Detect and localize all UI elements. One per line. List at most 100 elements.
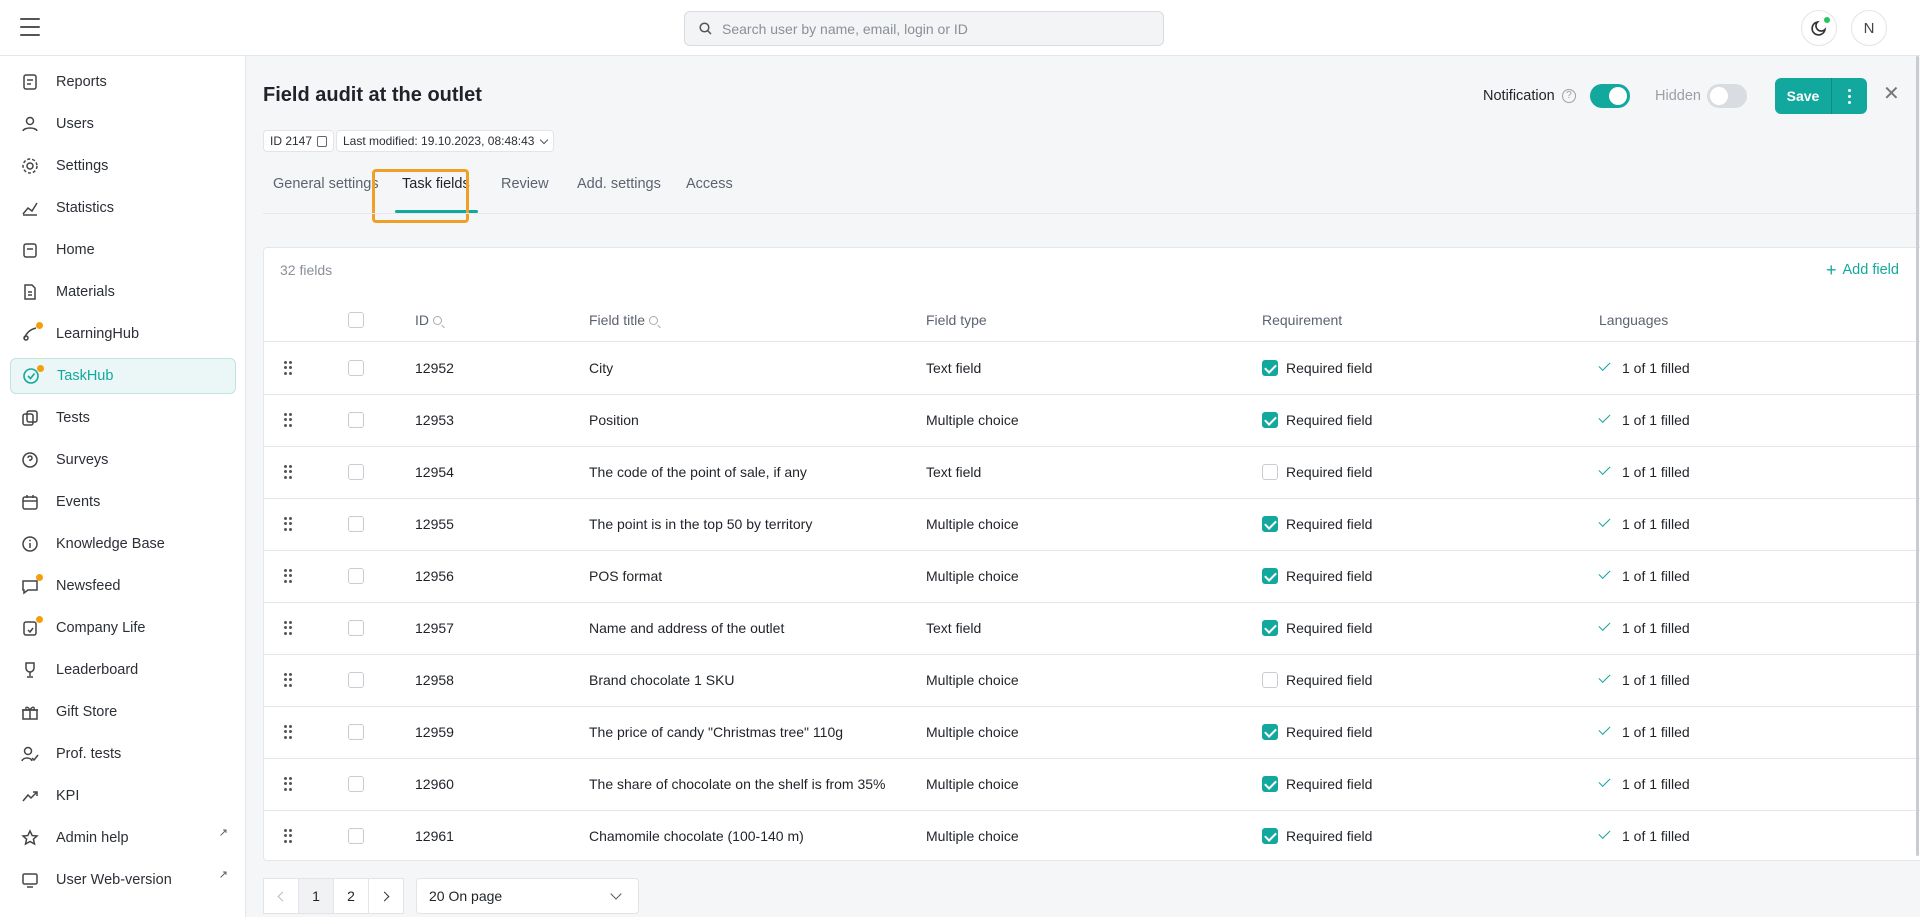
field-title[interactable]: Chamomile chocolate (100-140 m) xyxy=(589,828,804,844)
prev-page-button[interactable] xyxy=(263,878,299,914)
row-checkbox[interactable] xyxy=(348,464,364,480)
per-page-select[interactable]: 20 On page xyxy=(416,878,639,914)
table-row[interactable]: 12959 The price of candy "Christmas tree"… xyxy=(264,707,1920,759)
notification-toggle[interactable] xyxy=(1590,84,1630,108)
table-row[interactable]: 12961 Chamomile chocolate (100-140 m) Mult… xyxy=(264,811,1920,860)
table-row[interactable]: 12952 City Text field Required field 1 of 1 … xyxy=(264,343,1920,395)
column-header-id[interactable]: ID xyxy=(415,312,442,328)
close-icon[interactable]: ✕ xyxy=(1883,84,1900,104)
table-row[interactable]: 12956 POS format Multiple choice Required f… xyxy=(264,551,1920,603)
search-box[interactable] xyxy=(684,11,1164,46)
row-checkbox[interactable] xyxy=(348,620,364,636)
required-checkbox[interactable] xyxy=(1262,360,1278,376)
table-row[interactable]: 12960 The share of chocolate on the shelf… xyxy=(264,759,1920,811)
row-checkbox[interactable] xyxy=(348,776,364,792)
sidebar-item-leaderboard[interactable]: Leaderboard xyxy=(10,652,236,688)
drag-handle-icon[interactable] xyxy=(284,829,292,843)
table-row[interactable]: 12955 The point is in the top 50 by terri… xyxy=(264,499,1920,551)
last-modified-dropdown[interactable]: Last modified: 19.10.2023, 08:48:43 xyxy=(336,130,555,152)
row-checkbox[interactable] xyxy=(348,724,364,740)
theme-toggle-button[interactable] xyxy=(1801,10,1837,46)
drag-handle-icon[interactable] xyxy=(284,621,292,635)
required-checkbox[interactable] xyxy=(1262,620,1278,636)
required-checkbox[interactable] xyxy=(1262,568,1278,584)
drag-handle-icon[interactable] xyxy=(284,465,292,479)
select-all-checkbox[interactable] xyxy=(348,312,364,328)
add-field-button[interactable]: + Add field xyxy=(1826,260,1899,281)
row-checkbox[interactable] xyxy=(348,672,364,688)
sidebar-item-users[interactable]: Users xyxy=(10,106,236,142)
tab-add-settings[interactable]: Add. settings xyxy=(577,176,661,192)
sidebar-item-statistics[interactable]: Statistics xyxy=(10,190,236,226)
sidebar-item-company-life[interactable]: Company Life xyxy=(10,610,236,646)
table-row[interactable]: 12958 Brand chocolate 1 SKU Multiple choic… xyxy=(264,655,1920,707)
field-title[interactable]: The code of the point of sale, if any xyxy=(589,464,807,480)
help-icon[interactable]: ? xyxy=(1562,89,1576,103)
sidebar-item-materials[interactable]: Materials xyxy=(10,274,236,310)
sidebar-item-home[interactable]: Home xyxy=(10,232,236,268)
sidebar-item-knowledge-base[interactable]: Knowledge Base xyxy=(10,526,236,562)
field-title[interactable]: Position xyxy=(589,412,639,428)
drag-handle-icon[interactable] xyxy=(284,673,292,687)
required-checkbox[interactable] xyxy=(1262,724,1278,740)
table-row[interactable]: 12954 The code of the point of sale, if a… xyxy=(264,447,1920,499)
hidden-toggle[interactable] xyxy=(1707,84,1747,108)
required-checkbox[interactable] xyxy=(1262,412,1278,428)
sidebar-item-surveys[interactable]: Surveys xyxy=(10,442,236,478)
sidebar-item-learninghub[interactable]: LearningHub xyxy=(10,316,236,352)
drag-handle-icon[interactable] xyxy=(284,361,292,375)
field-title[interactable]: City xyxy=(589,360,613,376)
field-title[interactable]: The price of candy "Christmas tree" 110g xyxy=(589,724,843,740)
table-row[interactable]: 12957 Name and address of the outlet Text … xyxy=(264,603,1920,655)
tab-access[interactable]: Access xyxy=(686,176,733,192)
row-checkbox[interactable] xyxy=(348,828,364,844)
search-icon[interactable] xyxy=(433,316,442,325)
required-checkbox[interactable] xyxy=(1262,516,1278,532)
sidebar-item-reports[interactable]: Reports xyxy=(10,64,236,100)
menu-icon[interactable] xyxy=(20,18,40,36)
sidebar-item-settings[interactable]: Settings xyxy=(10,148,236,184)
tab-review[interactable]: Review xyxy=(501,176,549,192)
field-title[interactable]: Name and address of the outlet xyxy=(589,620,784,636)
next-page-button[interactable] xyxy=(368,878,404,914)
sidebar-item-admin-help[interactable]: Admin help ↗ xyxy=(10,820,236,856)
tab-general-settings[interactable]: General settings xyxy=(273,176,379,192)
sidebar-item-prof-tests[interactable]: Prof. tests xyxy=(10,736,236,772)
search-input[interactable] xyxy=(722,20,1142,37)
row-checkbox[interactable] xyxy=(348,412,364,428)
drag-handle-icon[interactable] xyxy=(284,725,292,739)
required-checkbox[interactable] xyxy=(1262,776,1278,792)
required-checkbox[interactable] xyxy=(1262,672,1278,688)
sidebar-item-user-web-version[interactable]: User Web-version ↗ xyxy=(10,862,236,898)
row-checkbox[interactable] xyxy=(348,516,364,532)
avatar[interactable]: N xyxy=(1851,10,1887,46)
row-checkbox[interactable] xyxy=(348,360,364,376)
search-icon[interactable] xyxy=(649,316,659,325)
sidebar-item-gift-store[interactable]: Gift Store xyxy=(10,694,236,730)
page-button-1[interactable]: 1 xyxy=(298,878,334,914)
id-chip[interactable]: ID 2147 xyxy=(263,130,335,152)
required-checkbox[interactable] xyxy=(1262,464,1278,480)
sidebar-item-events[interactable]: Events xyxy=(10,484,236,520)
copy-icon[interactable] xyxy=(317,135,328,147)
scrollbar[interactable] xyxy=(1916,56,1919,856)
drag-handle-icon[interactable] xyxy=(284,569,292,583)
sidebar-item-kpi[interactable]: KPI xyxy=(10,778,236,814)
sidebar-item-tests[interactable]: Tests xyxy=(10,400,236,436)
drag-handle-icon[interactable] xyxy=(284,413,292,427)
drag-handle-icon[interactable] xyxy=(284,777,292,791)
field-title[interactable]: Brand chocolate 1 SKU xyxy=(589,672,735,688)
sidebar-item-taskhub[interactable]: TaskHub xyxy=(10,358,236,394)
column-header-title[interactable]: Field title xyxy=(589,312,659,328)
sidebar-item-newsfeed[interactable]: Newsfeed xyxy=(10,568,236,604)
field-title[interactable]: The point is in the top 50 by territory xyxy=(589,516,812,532)
drag-handle-icon[interactable] xyxy=(284,517,292,531)
field-title[interactable]: The share of chocolate on the shelf is f… xyxy=(589,776,886,792)
save-button[interactable]: Save xyxy=(1775,78,1831,114)
field-title[interactable]: POS format xyxy=(589,568,662,584)
row-checkbox[interactable] xyxy=(348,568,364,584)
page-button-2[interactable]: 2 xyxy=(333,878,369,914)
required-checkbox[interactable] xyxy=(1262,828,1278,844)
table-row[interactable]: 12953 Position Multiple choice Required fie… xyxy=(264,395,1920,447)
more-options-button[interactable] xyxy=(1831,78,1867,114)
